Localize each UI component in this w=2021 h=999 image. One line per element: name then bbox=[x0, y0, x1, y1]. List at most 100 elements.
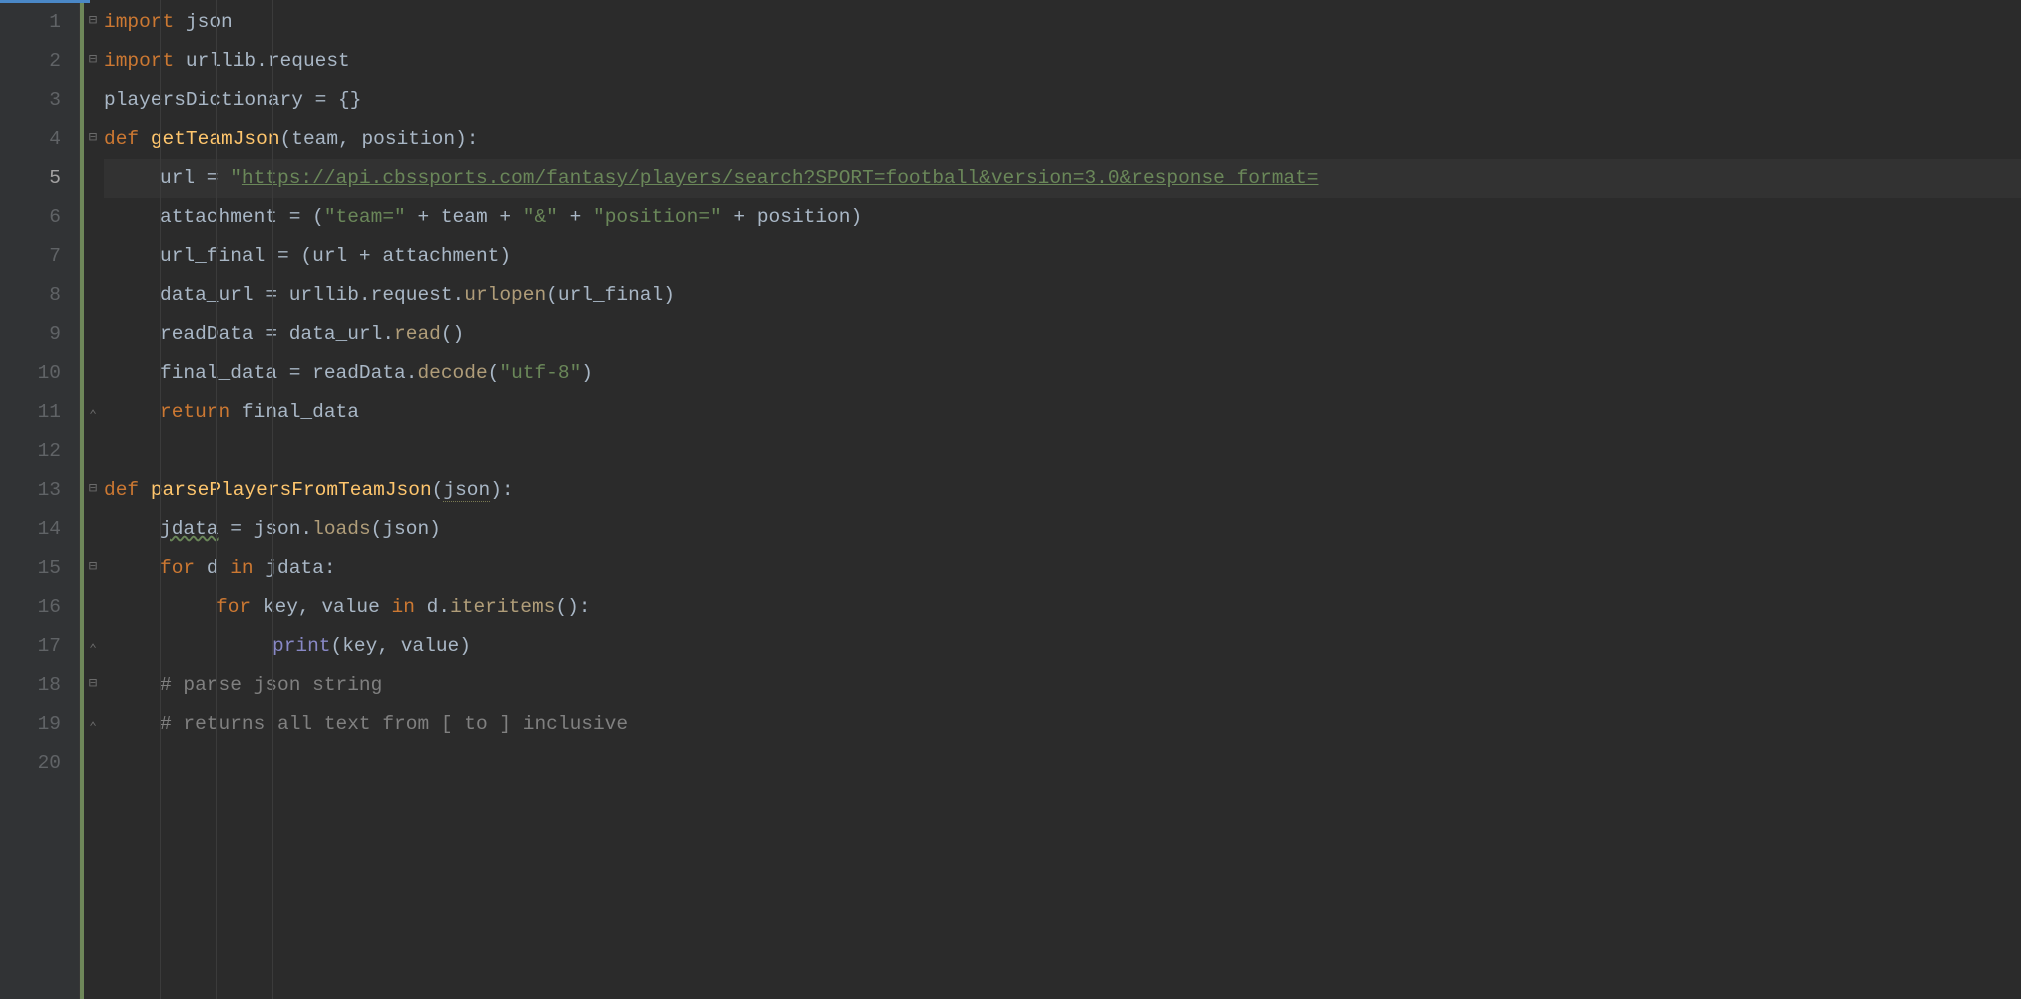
fold-end-icon[interactable]: ⌃ bbox=[89, 708, 97, 747]
fold-cell-empty bbox=[84, 510, 102, 549]
line-number: 13 bbox=[0, 471, 61, 510]
code-line[interactable]: def getTeamJson(team, position): bbox=[104, 120, 2021, 159]
token-call: read bbox=[394, 323, 441, 345]
token-text: , bbox=[377, 635, 400, 657]
token-text: (url_final) bbox=[546, 284, 675, 306]
code-line[interactable]: return final_data bbox=[104, 393, 2021, 432]
token-kw: in bbox=[230, 557, 265, 579]
line-number: 14 bbox=[0, 510, 61, 549]
line-number: 9 bbox=[0, 315, 61, 354]
token-text: , bbox=[338, 128, 361, 150]
line-number: 15 bbox=[0, 549, 61, 588]
token-text: key bbox=[263, 596, 298, 618]
line-number: 16 bbox=[0, 588, 61, 627]
code-line[interactable]: # parse json string bbox=[104, 666, 2021, 705]
fold-collapse-icon[interactable]: ⊟ bbox=[89, 665, 97, 704]
line-number: 7 bbox=[0, 237, 61, 276]
token-call: iteritems bbox=[450, 596, 555, 618]
line-number: 2 bbox=[0, 42, 61, 81]
token-str: "team=" bbox=[324, 206, 406, 228]
token-text: urllib.request bbox=[186, 50, 350, 72]
code-line[interactable]: print(key, value) bbox=[104, 627, 2021, 666]
fold-collapse-icon[interactable]: ⊟ bbox=[89, 119, 97, 158]
line-number: 11 bbox=[0, 393, 61, 432]
code-line[interactable] bbox=[104, 432, 2021, 471]
token-text: (key bbox=[331, 635, 378, 657]
token-kw: def bbox=[104, 128, 151, 150]
token-str: "utf-8" bbox=[499, 362, 581, 384]
code-line[interactable]: import urllib.request bbox=[104, 42, 2021, 81]
token-text: position): bbox=[361, 128, 478, 150]
line-number: 1 bbox=[0, 3, 61, 42]
token-text: = json. bbox=[219, 518, 313, 540]
fold-collapse-icon[interactable]: ⊟ bbox=[89, 470, 97, 509]
token-text: playersDictionary = {} bbox=[104, 89, 361, 111]
token-text: data_url = urllib.request. bbox=[160, 284, 464, 306]
token-kw: return bbox=[160, 401, 242, 423]
fold-cell-empty bbox=[84, 237, 102, 276]
token-text: (): bbox=[555, 596, 590, 618]
token-kw: def bbox=[104, 479, 151, 501]
token-text: ): bbox=[490, 479, 513, 501]
fold-cell-empty bbox=[84, 744, 102, 783]
token-kw: import bbox=[104, 50, 186, 72]
token-call: urlopen bbox=[464, 284, 546, 306]
code-line[interactable]: url_final = (url + attachment) bbox=[104, 237, 2021, 276]
token-str: "position=" bbox=[593, 206, 722, 228]
token-text: value bbox=[321, 596, 391, 618]
token-str: "&" bbox=[523, 206, 558, 228]
code-line[interactable]: readData = data_url.read() bbox=[104, 315, 2021, 354]
token-kw: for bbox=[216, 596, 263, 618]
code-line[interactable]: url = "https://api.cbssports.com/fantasy… bbox=[104, 159, 2021, 198]
code-area[interactable]: import jsonimport urllib.requestplayersD… bbox=[102, 0, 2021, 999]
line-number: 3 bbox=[0, 81, 61, 120]
token-text: jdata bbox=[160, 518, 219, 540]
token-fn: parsePlayersFromTeamJson bbox=[151, 479, 432, 501]
code-line[interactable]: def parsePlayersFromTeamJson(json): bbox=[104, 471, 2021, 510]
token-text: ( bbox=[488, 362, 500, 384]
token-kw: in bbox=[392, 596, 427, 618]
fold-cell-empty bbox=[84, 354, 102, 393]
token-text: ( bbox=[432, 479, 444, 501]
fold-collapse-icon[interactable]: ⊟ bbox=[89, 2, 97, 41]
token-call: decode bbox=[417, 362, 487, 384]
line-number: 10 bbox=[0, 354, 61, 393]
token-cmt: # parse json string bbox=[160, 674, 382, 696]
token-text: final_data = readData. bbox=[160, 362, 417, 384]
code-line[interactable] bbox=[104, 744, 2021, 783]
fold-gutter[interactable]: ⊟⊟⊟⌃⊟⊟⌃⊟⌃ bbox=[80, 0, 102, 999]
token-builtin: print bbox=[272, 635, 331, 657]
line-number: 8 bbox=[0, 276, 61, 315]
code-line[interactable]: for key, value in d.iteritems(): bbox=[104, 588, 2021, 627]
token-text: url = bbox=[160, 167, 230, 189]
code-line[interactable]: # returns all text from [ to ] inclusive bbox=[104, 705, 2021, 744]
code-line[interactable]: import json bbox=[104, 3, 2021, 42]
token-text: (team bbox=[280, 128, 339, 150]
code-line[interactable]: for d in jdata: bbox=[104, 549, 2021, 588]
line-number: 12 bbox=[0, 432, 61, 471]
code-line[interactable]: playersDictionary = {} bbox=[104, 81, 2021, 120]
token-text: + bbox=[558, 206, 593, 228]
token-text: value) bbox=[401, 635, 471, 657]
code-line[interactable]: data_url = urllib.request.urlopen(url_fi… bbox=[104, 276, 2021, 315]
code-line[interactable]: attachment = ("team=" + team + "&" + "po… bbox=[104, 198, 2021, 237]
token-text: () bbox=[441, 323, 464, 345]
token-text: attachment = ( bbox=[160, 206, 324, 228]
fold-cell-empty bbox=[84, 81, 102, 120]
token-text: d. bbox=[427, 596, 450, 618]
code-editor[interactable]: 1234567891011121314151617181920 ⊟⊟⊟⌃⊟⊟⌃⊟… bbox=[0, 0, 2021, 999]
code-line[interactable]: jdata = json.loads(json) bbox=[104, 510, 2021, 549]
token-text: + team + bbox=[406, 206, 523, 228]
fold-cell-empty bbox=[84, 276, 102, 315]
fold-end-icon[interactable]: ⌃ bbox=[89, 396, 97, 435]
fold-collapse-icon[interactable]: ⊟ bbox=[89, 548, 97, 587]
fold-collapse-icon[interactable]: ⊟ bbox=[89, 41, 97, 80]
fold-cell-empty bbox=[84, 432, 102, 471]
line-number: 5 bbox=[0, 159, 61, 198]
line-number-gutter[interactable]: 1234567891011121314151617181920 bbox=[0, 0, 80, 999]
fold-end-icon[interactable]: ⌃ bbox=[89, 630, 97, 669]
token-call: loads bbox=[312, 518, 371, 540]
code-line[interactable]: final_data = readData.decode("utf-8") bbox=[104, 354, 2021, 393]
token-text: , bbox=[298, 596, 321, 618]
token-kw: for bbox=[160, 557, 207, 579]
